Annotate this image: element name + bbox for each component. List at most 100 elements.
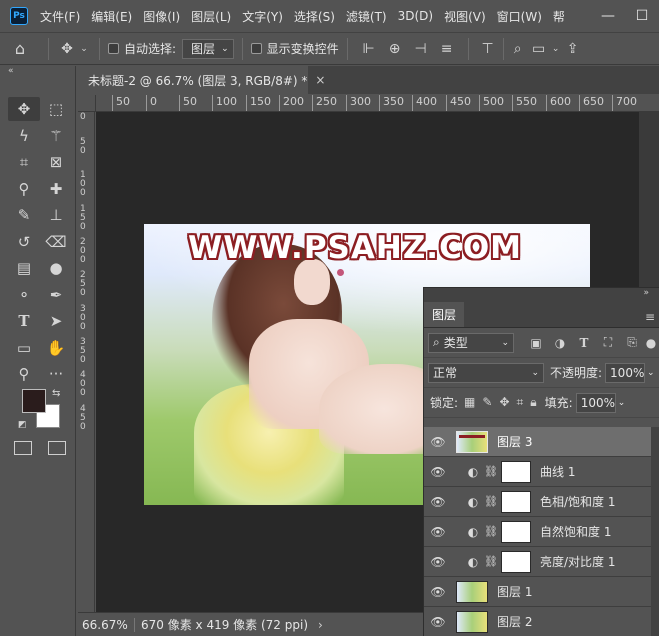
search-icon[interactable]: ⌕ [508,41,528,57]
lock-artboard-icon[interactable]: ⌗ [517,395,524,410]
menu-layer[interactable]: 图层(L) [191,8,231,25]
link-chain-icon[interactable]: ⛓︎ [484,555,498,568]
default-colors-icon[interactable]: ◩ [18,420,27,430]
lock-transparency-icon[interactable]: ▦ [464,395,475,410]
align-right-icon[interactable]: ⊣ [408,41,434,57]
filter-smart-object-icon[interactable]: ⎘ [620,335,644,350]
healing-brush-tool-icon[interactable]: ✚ [40,177,72,201]
share-icon[interactable]: ⇪ [562,41,584,57]
crop-tool-icon[interactable]: ⌗ [8,150,40,174]
layers-scrollbar[interactable] [651,427,659,636]
link-chain-icon[interactable]: ⛓︎ [484,525,498,538]
visibility-eye-icon[interactable]: 👁︎ [424,615,452,629]
chevron-down-icon[interactable]: ⌄ [550,44,562,54]
auto-select-dropdown[interactable]: 图层 ⌄ [182,38,234,59]
filter-adjustment-icon[interactable]: ◑ [548,336,572,350]
brush-tool-icon[interactable]: ✎ [8,203,40,227]
menu-image[interactable]: 图像(I) [143,8,180,25]
lock-pixels-icon[interactable]: ✎ [482,395,492,410]
menu-3d[interactable]: 3D(D) [398,9,433,23]
layer-mask-thumbnail[interactable] [501,550,531,573]
foreground-color-swatch[interactable] [22,389,46,413]
filter-shape-icon[interactable]: ⛶ [596,335,620,350]
tab-layers[interactable]: 图层 [424,301,465,327]
layer-row-layer-3[interactable]: 👁︎ 图层 3 [424,427,659,457]
hand-tool-icon[interactable]: ✋ [40,336,72,360]
show-transform-checkbox[interactable] [250,43,262,54]
pen-tool-icon[interactable]: ✒ [40,283,72,307]
swap-colors-icon[interactable]: ⇆ [52,388,60,399]
visibility-eye-icon[interactable]: 👁︎ [424,585,452,599]
lock-all-icon[interactable]: 🔒︎ [530,395,536,410]
filter-pixel-icon[interactable]: ▣ [524,336,548,350]
menu-view[interactable]: 视图(V) [444,8,486,25]
minimize-button[interactable]: — [591,8,625,24]
menu-window[interactable]: 窗口(W) [497,8,542,25]
opacity-input[interactable]: 100% [605,362,646,383]
gradient-tool-icon[interactable]: ▤ [8,256,40,280]
rectangle-tool-icon[interactable]: ▭ [8,336,40,360]
zoom-tool-icon[interactable]: ⚲ [8,362,40,386]
chevron-down-icon[interactable]: ⌄ [618,398,626,408]
blend-mode-dropdown[interactable]: 正常 ⌄ [428,362,544,383]
align-center-icon[interactable]: ⊕ [382,41,408,57]
fill-input[interactable]: 100% [575,392,616,413]
auto-select-checkbox[interactable] [108,43,119,54]
link-chain-icon[interactable]: ⛓︎ [484,495,498,508]
layer-row-layer-1[interactable]: 👁︎ 图层 1 [424,577,659,607]
layer-mask-thumbnail[interactable] [501,520,531,543]
panel-menu-icon[interactable]: ≡ [645,310,655,324]
menu-select[interactable]: 选择(S) [294,8,335,25]
dodge-tool-icon[interactable]: ⚬ [8,283,40,307]
layer-mask-thumbnail[interactable] [501,490,531,513]
path-selection-tool-icon[interactable]: ➤ [40,309,72,333]
eraser-tool-icon[interactable]: ⌫ [40,230,72,254]
link-chain-icon[interactable]: ⛓︎ [484,465,498,478]
lock-position-icon[interactable]: ✥ [499,395,509,410]
collapse-panel-icon[interactable]: « [8,66,14,76]
visibility-eye-icon[interactable]: 👁︎ [424,465,452,479]
visibility-eye-icon[interactable]: 👁︎ [424,555,452,569]
menu-filter[interactable]: 滤镜(T) [346,8,387,25]
layer-row-curves-1[interactable]: 👁︎ ◐ ⛓︎ 曲线 1 [424,457,659,487]
lasso-tool-icon[interactable]: ϟ [8,124,40,148]
layer-row-brightness-contrast-1[interactable]: 👁︎ ◐ ⛓︎ 亮度/对比度 1 [424,547,659,577]
document-tab[interactable]: 未标题-2 @ 66.7% (图层 3, RGB/8#) * × [78,66,325,94]
eyedropper-tool-icon[interactable]: ⚲ [8,177,40,201]
frame-tool-icon[interactable]: ⊠ [40,150,72,174]
close-icon[interactable]: × [315,73,325,87]
quick-mask-icon[interactable] [14,441,32,455]
visibility-eye-icon[interactable]: 👁︎ [424,525,452,539]
align-left-icon[interactable]: ⊩ [356,41,382,57]
layer-mask-thumbnail[interactable] [501,460,531,483]
filter-toggle-icon[interactable]: ● [644,336,658,350]
move-tool-icon[interactable]: ✥ [57,41,77,57]
layer-row-vibrance-1[interactable]: 👁︎ ◐ ⛓︎ 自然饱和度 1 [424,517,659,547]
chevron-down-icon[interactable]: ⌄ [647,368,655,378]
chevron-down-icon[interactable]: ⌄ [77,44,91,54]
menu-file[interactable]: 文件(F) [40,8,80,25]
maximize-button[interactable]: ☐ [625,8,659,24]
home-icon[interactable]: ⌂ [0,39,40,58]
blur-tool-icon[interactable]: ● [40,256,72,280]
history-brush-tool-icon[interactable]: ↺ [8,230,40,254]
visibility-eye-icon[interactable]: 👁︎ [424,435,452,449]
more-tools-icon[interactable]: ··· [40,362,72,386]
menu-edit[interactable]: 编辑(E) [91,8,132,25]
distribute-icon[interactable]: ≡ [434,41,460,57]
zoom-level[interactable]: 66.67% [78,618,134,632]
screen-mode-icon[interactable] [48,441,66,455]
menu-type[interactable]: 文字(Y) [242,8,283,25]
type-tool-icon[interactable]: T [8,309,40,333]
menu-help[interactable]: 帮 [553,8,565,25]
layer-filter-dropdown[interactable]: ⌕ 类型 ⌄ [428,332,514,353]
move-tool-icon[interactable]: ✥ [8,97,40,122]
stamp-tool-icon[interactable]: ⊥ [40,203,72,227]
align-top-icon[interactable]: ⊤ [477,41,499,57]
chevron-right-icon[interactable]: › [318,618,323,632]
marquee-tool-icon[interactable]: ⬚ [40,97,72,121]
filter-type-icon[interactable]: T [572,336,596,350]
layer-row-hue-saturation-1[interactable]: 👁︎ ◐ ⛓︎ 色相/饱和度 1 [424,487,659,517]
workspace-icon[interactable]: ▭ [528,41,550,57]
magic-wand-tool-icon[interactable]: ⚚ [40,124,72,148]
